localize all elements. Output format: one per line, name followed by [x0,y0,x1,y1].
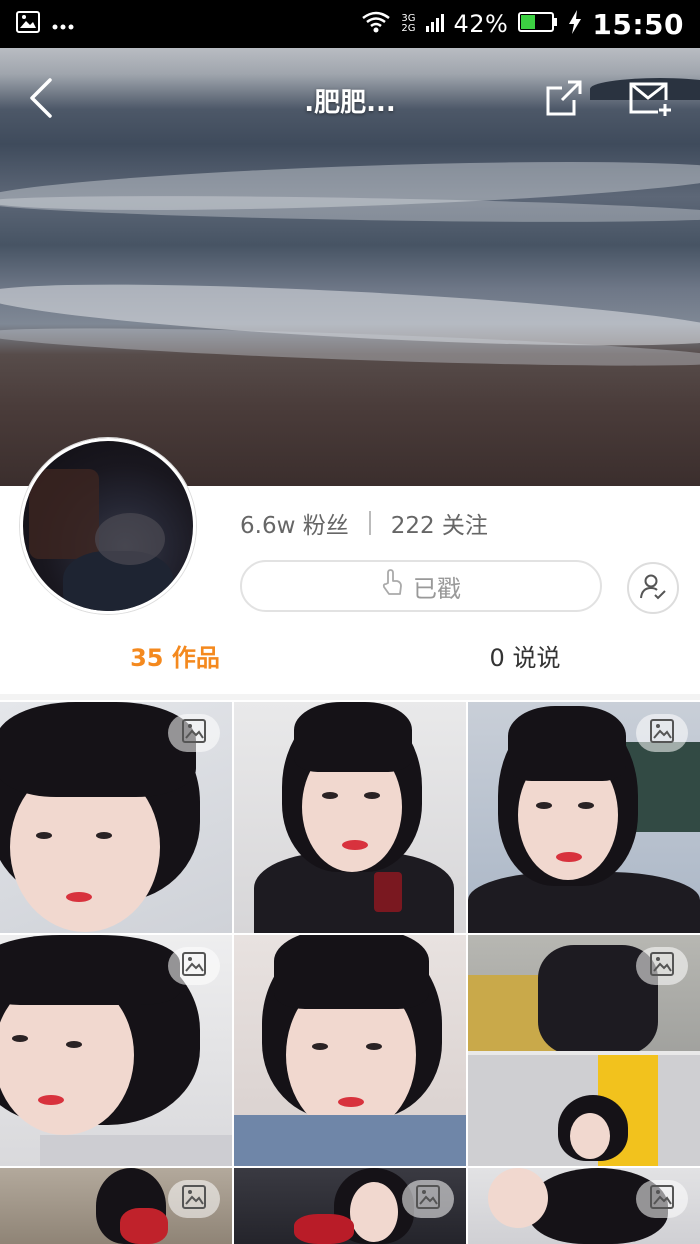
photo-icon [649,951,675,981]
top-navigation: .肥肥... [0,48,700,148]
photo-icon [649,1184,675,1214]
photo-badge [168,714,220,752]
grid-item[interactable] [234,1168,466,1244]
page-title: .肥肥... [304,88,396,118]
photo-icon [181,718,207,748]
add-mail-button[interactable] [628,78,672,118]
photo-icon [415,1184,441,1214]
grid-item[interactable] [0,1168,232,1244]
share-button[interactable] [544,78,584,118]
avatar[interactable] [20,438,196,614]
fans-count[interactable]: 6.6w 粉丝 [240,506,349,540]
tab-works[interactable]: 35 作品 [0,630,350,690]
photo-badge [636,947,688,985]
network-type: 3G 2G [401,14,415,34]
share-icon [544,80,584,122]
network-type-bottom: 2G [401,23,416,34]
battery-icon [518,11,558,37]
grid-item[interactable] [0,702,232,933]
battery-percent: 42% [453,10,509,38]
gallery-notification-icon [16,11,40,37]
status-bar: 3G 2G 42% 15:50 [0,0,700,48]
grid-item[interactable] [234,702,466,933]
photo-badge [168,1180,220,1218]
photo-badge [402,1180,454,1218]
photo-badge [636,1180,688,1218]
wifi-icon [361,11,391,37]
photo-icon [181,951,207,981]
more-notifications-icon [52,15,74,34]
photo-icon [649,718,675,748]
signal-icon [425,12,444,36]
clock: 15:50 [592,7,684,41]
followed-button[interactable]: 已戳 [240,560,602,612]
photo-badge [636,714,688,752]
profile-stats: 6.6w 粉丝 222 关注 [240,506,488,540]
grid-item[interactable] [468,1168,700,1244]
grid-item[interactable] [234,935,466,1166]
add-mail-icon [628,82,672,122]
user-check-icon [639,572,667,604]
photo-badge [168,947,220,985]
followed-label: 已戳 [413,574,461,603]
photo-icon [181,1184,207,1214]
grid-item[interactable] [0,935,232,1166]
grid-item[interactable] [468,935,700,1166]
content-tabs: 35 作品 0 说说 [0,630,700,690]
charging-icon [568,10,582,38]
friend-status-button[interactable] [627,562,679,614]
poke-hand-icon [381,569,403,603]
following-count[interactable]: 222 关注 [391,506,488,540]
tab-divider [0,694,700,700]
stats-divider [368,511,371,535]
grid-item[interactable] [468,702,700,933]
tab-moments[interactable]: 0 说说 [350,630,700,690]
